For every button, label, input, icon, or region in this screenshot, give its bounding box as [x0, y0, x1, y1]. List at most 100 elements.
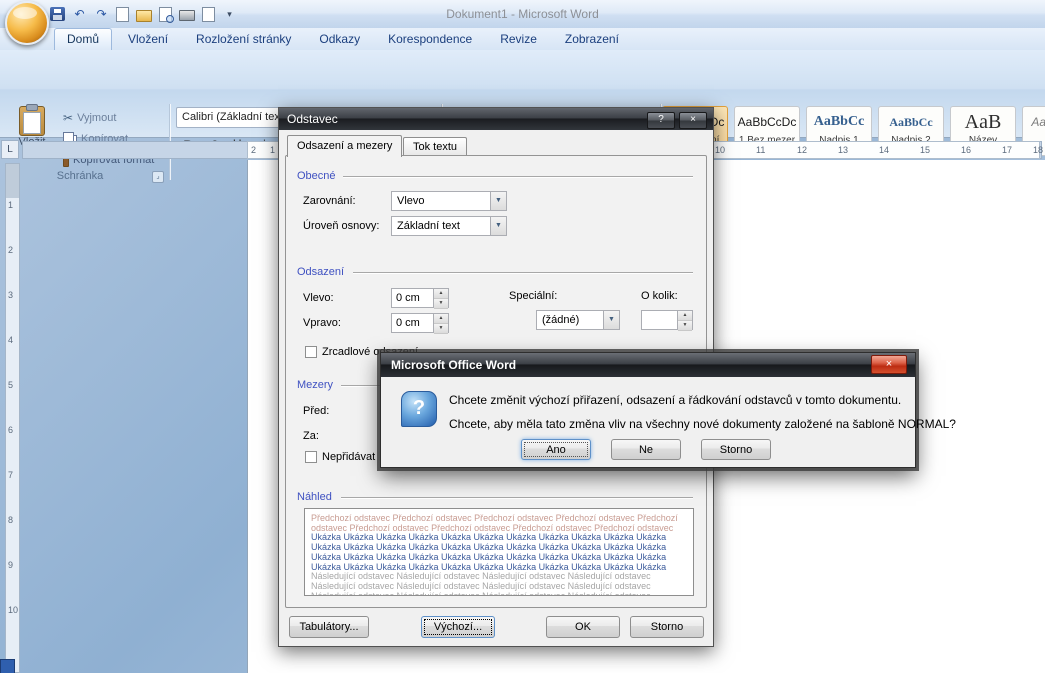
ruler-number: 2: [8, 245, 13, 255]
alignment-value: Vlevo: [397, 192, 490, 210]
section-indentation: Odsazení: [297, 266, 344, 278]
no-button[interactable]: Ne: [611, 439, 681, 460]
cut-icon: ✂: [63, 111, 73, 125]
office-button[interactable]: [5, 1, 49, 45]
open-icon[interactable]: [136, 10, 152, 22]
qat-customize-chevron-icon[interactable]: ▾: [222, 7, 237, 21]
ok-button[interactable]: OK: [546, 616, 620, 638]
tab-selector[interactable]: L: [1, 140, 19, 159]
office-logo-icon: [13, 7, 37, 19]
close-icon[interactable]: ×: [871, 355, 907, 374]
chevron-down-icon[interactable]: ▼: [490, 217, 506, 235]
section-spacing: Mezery: [297, 379, 333, 391]
spinner-up-icon[interactable]: ▲: [434, 314, 448, 324]
vertical-ruler-margin: [6, 164, 19, 198]
alignment-label: Zarovnání:: [303, 195, 356, 207]
help-icon[interactable]: ?: [647, 112, 675, 129]
spinner-down-icon[interactable]: ▼: [678, 321, 692, 331]
ruler-number: 18: [1033, 145, 1043, 155]
indent-left-label: Vlevo:: [303, 292, 334, 304]
tab-zobrazeni[interactable]: Zobrazení: [553, 29, 631, 50]
ruler-number: 15: [920, 145, 930, 155]
special-select[interactable]: (žádné) ▼: [536, 310, 620, 330]
message-box-title-bar[interactable]: Microsoft Office Word: [381, 353, 915, 377]
section-general: Obecné: [297, 170, 336, 182]
ruler-number: 5: [8, 380, 13, 390]
special-value: (žádné): [542, 311, 603, 329]
indent-left-spinner[interactable]: 0 cm ▲▼: [391, 288, 449, 308]
spinner-up-icon[interactable]: ▲: [434, 289, 448, 299]
ruler-number: 1: [270, 145, 275, 155]
redo-icon[interactable]: ↷: [94, 7, 109, 21]
tab-vlozeni[interactable]: Vložení: [116, 29, 180, 50]
close-icon[interactable]: ×: [679, 112, 707, 129]
by-label: O kolik:: [641, 290, 678, 302]
ruler-number: 10: [715, 145, 725, 155]
message-box-title: Microsoft Office Word: [391, 358, 516, 372]
clipboard-group-label: Schránka: [0, 170, 160, 183]
ruler-number: 3: [8, 290, 13, 300]
tabs-button[interactable]: Tabulátory...: [289, 616, 369, 638]
divider: [353, 272, 693, 273]
ruler-number: 9: [8, 560, 13, 570]
tab-rozlozeni-stranky[interactable]: Rozložení stránky: [184, 29, 303, 50]
style-sample: AaB: [951, 107, 1015, 135]
ruler-number: 8: [8, 515, 13, 525]
divider: [343, 176, 693, 177]
save-icon[interactable]: [50, 7, 65, 21]
ruler-number: 6: [8, 425, 13, 435]
indent-right-value: 0 cm: [396, 314, 433, 332]
ruler-number: 17: [1002, 145, 1012, 155]
ruler-number: 10: [8, 605, 18, 615]
outline-level-select[interactable]: Základní text ▼: [391, 216, 507, 236]
word-window: Dokument1 - Microsoft Word ↶ ↷ ▾ Domů Vl…: [0, 0, 1045, 673]
cancel-button[interactable]: Storno: [630, 616, 704, 638]
default-button[interactable]: Výchozí...: [421, 616, 495, 638]
spinner-up-icon[interactable]: ▲: [678, 311, 692, 321]
tab-odkazy[interactable]: Odkazy: [307, 29, 372, 50]
ruler-number: 4: [8, 335, 13, 345]
new-document-icon[interactable]: [116, 7, 129, 22]
vertical-ruler[interactable]: [5, 163, 20, 673]
spelling-icon[interactable]: [202, 7, 215, 22]
ruler-number: 2: [251, 145, 256, 155]
style-sample: AaBbCc.: [1023, 107, 1045, 135]
undo-icon[interactable]: ↶: [72, 7, 87, 21]
alignment-select[interactable]: Vlevo ▼: [391, 191, 507, 211]
scroll-corner: [0, 659, 15, 673]
spacing-after-label: Za:: [303, 430, 319, 442]
indent-right-spinner[interactable]: 0 cm ▲▼: [391, 313, 449, 333]
outline-level-label: Úroveň osnovy:: [303, 220, 379, 232]
cut-button[interactable]: ✂ Vyjmout: [60, 108, 119, 127]
tab-domu[interactable]: Domů: [54, 28, 112, 50]
cut-label: Vyjmout: [77, 112, 116, 124]
chevron-down-icon[interactable]: ▼: [490, 192, 506, 210]
print-preview-icon[interactable]: [159, 7, 172, 22]
preview-box: Předchozí odstavec Předchozí odstavec Př…: [304, 508, 694, 596]
indent-left-value: 0 cm: [396, 289, 433, 307]
yes-button[interactable]: Ano: [521, 439, 591, 460]
tab-revize[interactable]: Revize: [488, 29, 549, 50]
tab-indents-and-spacing[interactable]: Odsazení a mezery: [287, 135, 402, 157]
clipboard-dialog-launcher-icon[interactable]: ⌟: [152, 171, 164, 183]
quick-access-toolbar: ↶ ↷ ▾: [50, 5, 237, 23]
special-label: Speciální:: [509, 290, 557, 302]
ruler-number: 14: [879, 145, 889, 155]
ruler-number: 13: [838, 145, 848, 155]
tab-line-and-page-breaks[interactable]: Tok textu: [403, 137, 467, 157]
style-sample: AaBbCc: [879, 107, 943, 135]
quick-print-icon[interactable]: [179, 10, 195, 21]
spinner-down-icon[interactable]: ▼: [434, 299, 448, 309]
cancel-button[interactable]: Storno: [701, 439, 771, 460]
chevron-down-icon[interactable]: ▼: [603, 311, 619, 329]
spinner-down-icon[interactable]: ▼: [434, 324, 448, 334]
indent-right-label: Vpravo:: [303, 317, 341, 329]
divider: [341, 497, 693, 498]
paste-clipboard-icon: [19, 106, 45, 136]
mirror-indents-checkbox[interactable]: [305, 346, 317, 358]
by-spinner[interactable]: ▲▼: [641, 310, 693, 330]
ruler-number: 1: [8, 200, 13, 210]
no-space-same-style-checkbox[interactable]: [305, 451, 317, 463]
no-space-same-style-label: Nepřidávat: [322, 451, 375, 463]
tab-korespondence[interactable]: Korespondence: [376, 29, 484, 50]
